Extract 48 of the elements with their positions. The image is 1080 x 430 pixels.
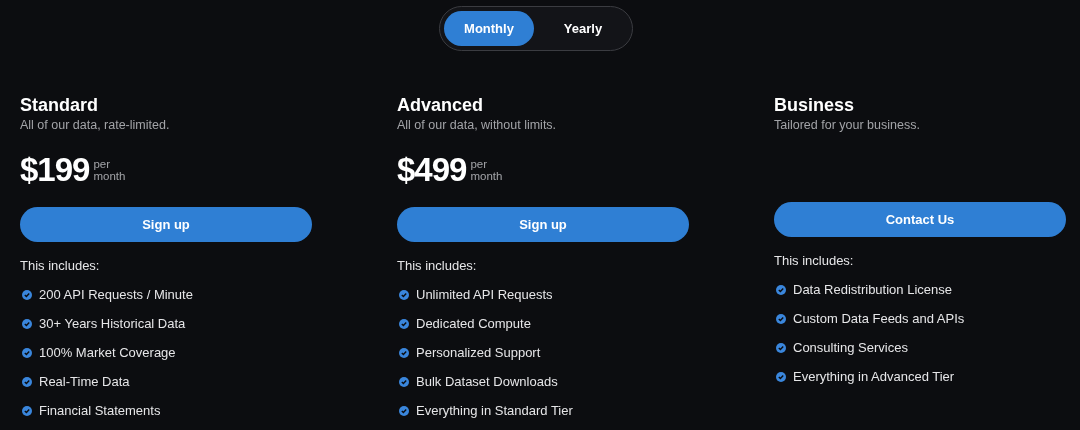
billing-option[interactable]: Monthly	[444, 11, 534, 46]
check-icon	[22, 377, 32, 387]
price-amount: $199	[20, 151, 90, 189]
includes-label: This includes:	[20, 258, 101, 274]
feature-text: Personalized Support	[416, 345, 541, 361]
feature-text: Custom Data Feeds and APIs	[793, 311, 965, 327]
plan-name: Advanced	[397, 94, 485, 117]
check-icon	[776, 314, 786, 324]
check-icon	[399, 348, 409, 358]
price-unit: month	[470, 170, 503, 182]
signup-button[interactable]: Sign up	[20, 207, 312, 242]
price-unit: month	[93, 170, 126, 182]
check-icon	[776, 285, 786, 295]
includes-label: This includes:	[397, 258, 478, 274]
feature-text: Real-Time Data	[39, 374, 130, 390]
check-icon	[399, 290, 409, 300]
includes-label: This includes:	[774, 253, 855, 269]
check-icon	[399, 406, 409, 416]
price-amount: $499	[397, 151, 467, 189]
check-icon	[22, 319, 32, 329]
check-icon	[22, 290, 32, 300]
feature-text: 100% Market Coverage	[39, 345, 176, 361]
feature-text: Data Redistribution License	[793, 282, 952, 298]
plan-name: Standard	[20, 94, 99, 117]
price-unit: per	[93, 158, 112, 170]
check-icon	[399, 377, 409, 387]
feature-text: 30+ Years Historical Data	[39, 316, 186, 332]
feature-text: Everything in Standard Tier	[416, 403, 573, 419]
plan-tagline: All of our data, rate-limited.	[20, 117, 171, 133]
plan-tagline: Tailored for your business.	[774, 117, 921, 133]
feature-text: Everything in Advanced Tier	[793, 369, 955, 385]
check-icon	[22, 348, 32, 358]
feature-text: 200 API Requests / Minute	[39, 287, 193, 303]
price-unit: per	[470, 158, 489, 170]
feature-text: Unlimited API Requests	[416, 287, 553, 303]
plan-tagline: All of our data, without limits.	[397, 117, 558, 133]
feature-text: Bulk Dataset Downloads	[416, 374, 558, 390]
signup-button[interactable]: Contact Us	[774, 202, 1066, 237]
check-icon	[776, 343, 786, 353]
feature-text: Dedicated Compute	[416, 316, 531, 332]
feature-text: Consulting Services	[793, 340, 908, 356]
plan-name: Business	[774, 94, 856, 117]
check-icon	[399, 319, 409, 329]
signup-button[interactable]: Sign up	[397, 207, 689, 242]
check-icon	[22, 406, 32, 416]
feature-text: Financial Statements	[39, 403, 161, 419]
billing-option[interactable]: Yearly	[538, 11, 628, 46]
check-icon	[776, 372, 786, 382]
